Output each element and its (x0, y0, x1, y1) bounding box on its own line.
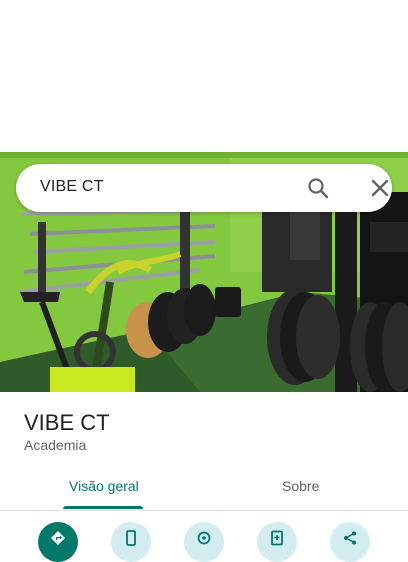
place-tabs: Visão geral Sobre (0, 468, 408, 511)
map-blank-area (0, 0, 408, 152)
place-category[interactable]: Academia (24, 437, 86, 453)
location-button[interactable] (184, 522, 224, 562)
save-button[interactable] (257, 522, 297, 562)
close-icon[interactable] (368, 176, 392, 200)
call-button[interactable] (111, 522, 151, 562)
tab-selected-indicator (63, 506, 143, 509)
place-title: VIBE CT (24, 410, 110, 435)
search-icon[interactable] (306, 176, 330, 200)
search-query[interactable]: VIBE CT (40, 178, 104, 196)
directions-button[interactable] (38, 522, 78, 562)
tab-overview[interactable]: Visão geral (69, 478, 139, 494)
search-bar[interactable]: VIBE CT (16, 164, 392, 212)
tab-about[interactable]: Sobre (282, 478, 319, 494)
share-button[interactable] (330, 522, 370, 562)
